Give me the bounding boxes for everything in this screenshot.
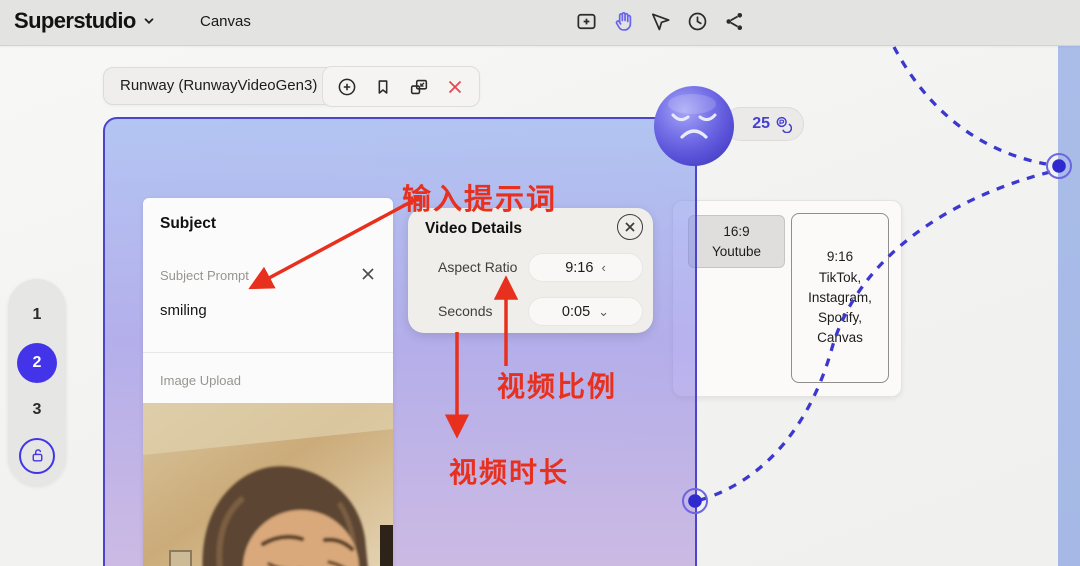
chevron-down-icon	[142, 14, 156, 28]
clear-prompt-icon[interactable]	[358, 264, 378, 284]
seconds-value: 0:05	[561, 303, 591, 320]
app-screen: 16:9 Youtube 9:16 TikTok, Instagram, Spo…	[0, 0, 1080, 566]
node-title: Runway (RunwayVideoGen3)	[120, 77, 318, 94]
unlock-icon[interactable]	[19, 437, 55, 474]
canvas-toolbar	[574, 9, 747, 34]
connector-curve-top	[892, 46, 1047, 166]
video-details-title: Video Details	[425, 220, 523, 237]
top-bar: Superstudio Canvas	[0, 0, 1080, 46]
aspect-option-9-16[interactable]: 9:16 TikTok, Instagram, Spotify, Canvas	[791, 213, 889, 383]
app-logo: Superstudio	[14, 8, 136, 33]
history-icon[interactable]	[685, 9, 710, 34]
subject-prompt-label: Subject Prompt	[160, 268, 249, 283]
subject-prompt-value[interactable]: smiling	[160, 302, 207, 319]
aspect-ratio-label: Aspect Ratio	[438, 259, 518, 275]
sad-face-emoji[interactable]	[652, 84, 736, 168]
add-circle-icon[interactable]	[336, 75, 359, 98]
seconds-label: Seconds	[438, 303, 493, 319]
hand-icon[interactable]	[611, 9, 636, 34]
seconds-select[interactable]: 0:05 ⌄	[529, 298, 642, 325]
neighbor-frame-edge[interactable]	[1058, 46, 1080, 566]
aspect-reference-card: 16:9 Youtube 9:16 TikTok, Instagram, Spo…	[672, 200, 902, 397]
cursor-icon[interactable]	[648, 9, 673, 34]
divider	[143, 352, 393, 353]
breadcrumb: Canvas	[200, 13, 251, 30]
aspect-option-16-9[interactable]: 16:9 Youtube	[688, 215, 785, 268]
coins-icon	[775, 116, 792, 133]
pip-icon[interactable]	[408, 75, 431, 98]
chevron-down-icon: ⌄	[598, 303, 610, 319]
add-frame-icon[interactable]	[574, 9, 599, 34]
step-2-active[interactable]: 2	[17, 342, 57, 383]
close-panel-icon[interactable]	[617, 214, 643, 240]
annotation-duration: 视频时长	[449, 457, 570, 488]
image-upload-label: Image Upload	[160, 373, 241, 388]
chevron-left-icon: ‹	[601, 260, 606, 275]
uploaded-photo[interactable]	[143, 403, 393, 566]
node-actions	[322, 66, 480, 107]
credits-value: 25	[752, 115, 770, 132]
app-menu[interactable]: Superstudio	[14, 8, 156, 34]
annotation-ratio: 视频比例	[497, 371, 618, 402]
step-1[interactable]: 1	[17, 295, 57, 335]
close-icon[interactable]	[444, 75, 467, 98]
annotation-prompt: 输入提示词	[402, 184, 558, 216]
video-details-panel: Video Details Aspect Ratio 9:16 ‹ Second…	[408, 208, 653, 333]
subject-card-title: Subject	[160, 215, 216, 232]
credits-badge: 25	[724, 107, 804, 141]
step-3[interactable]: 3	[17, 390, 57, 430]
aspect-ratio-value: 9:16	[565, 259, 594, 276]
share-icon[interactable]	[722, 9, 747, 34]
bookmark-icon[interactable]	[372, 75, 395, 98]
steps-sidebar: 1 2 3	[8, 279, 66, 486]
node-header: Runway (RunwayVideoGen3)	[103, 66, 480, 107]
subject-card: Subject Subject Prompt smiling Image Upl…	[143, 198, 393, 566]
aspect-ratio-select[interactable]: 9:16 ‹	[529, 254, 642, 281]
